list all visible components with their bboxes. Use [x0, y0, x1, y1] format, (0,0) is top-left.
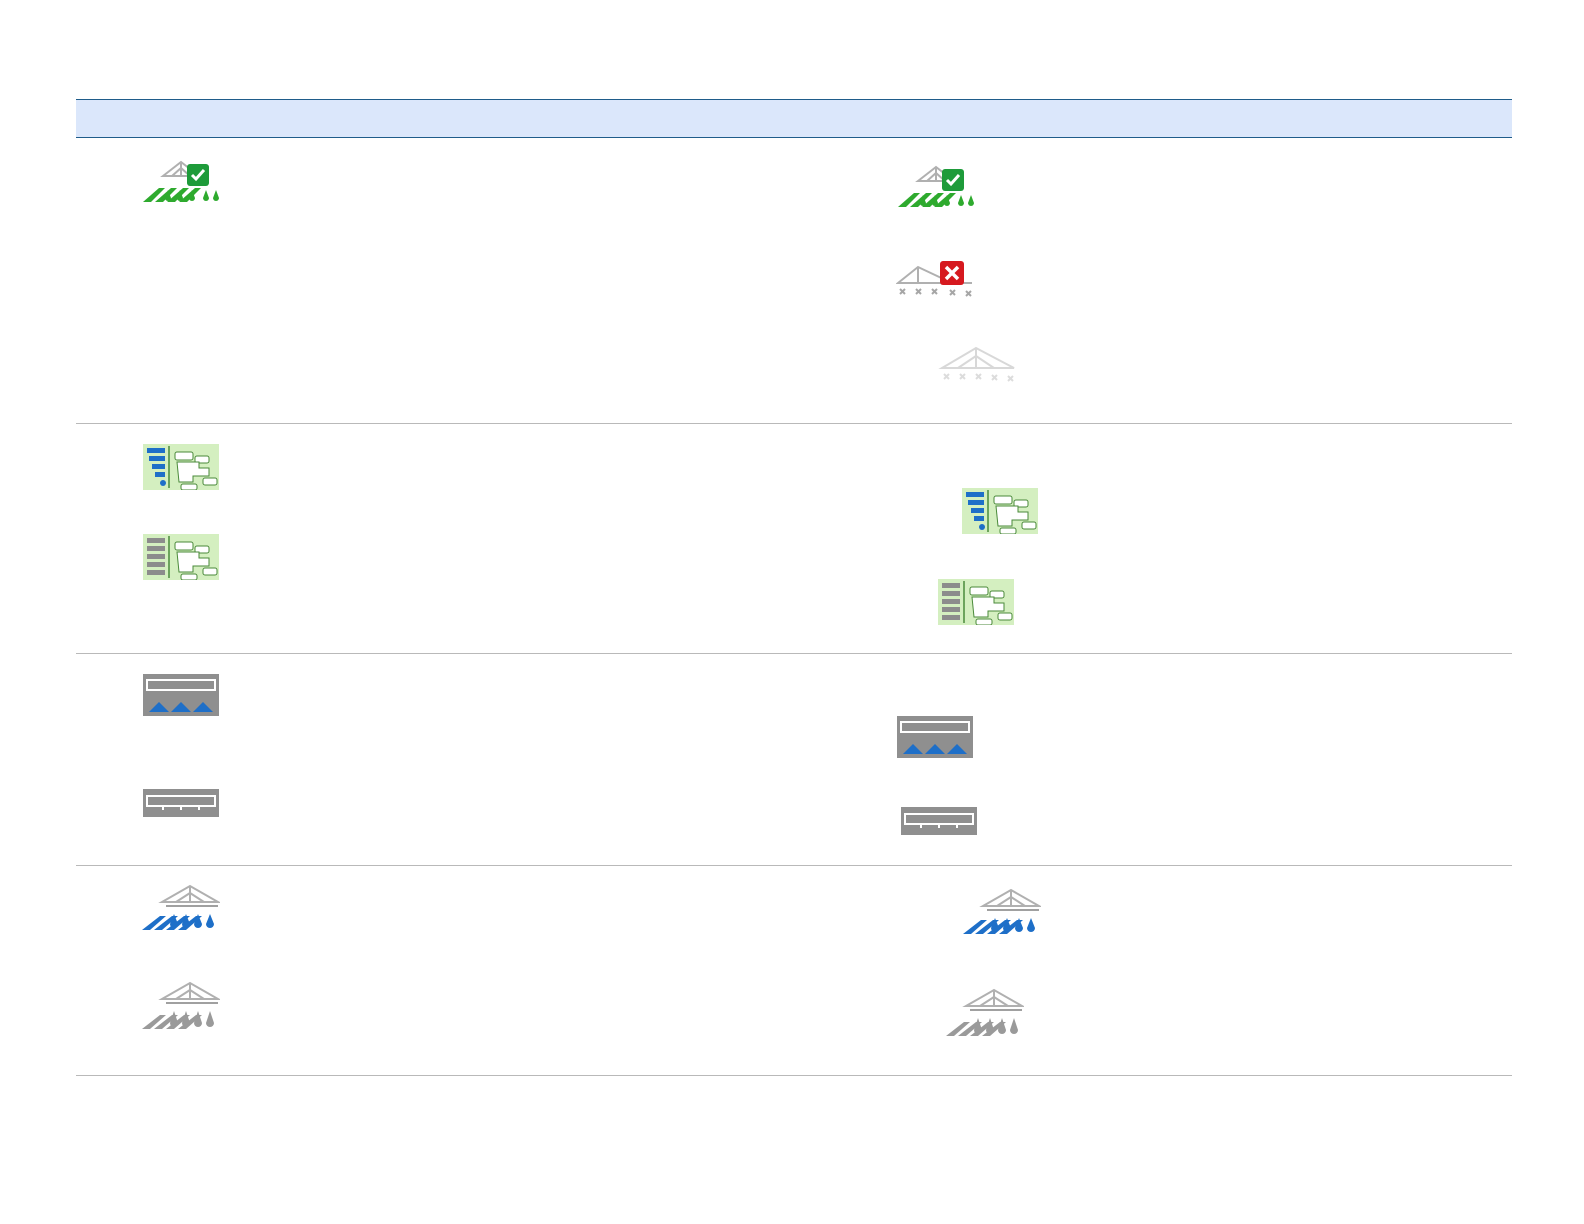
- section-map-blue-icon: [143, 444, 219, 490]
- boom-disabled-icon: [938, 346, 1018, 394]
- boom-on-check-icon: [141, 158, 221, 206]
- boom-bar-spray-icon: [143, 674, 219, 716]
- table-row: [76, 424, 1512, 654]
- boom-blue-spray-icon: [961, 888, 1041, 936]
- section-map-gray-icon: [143, 534, 219, 580]
- table-row: [76, 138, 1512, 424]
- boom-blue-spray-icon: [140, 884, 220, 932]
- boom-bar-empty-icon: [143, 789, 219, 817]
- section-map-gray-icon: [938, 579, 1014, 625]
- boom-gray-spray-icon: [944, 988, 1024, 1038]
- section-map-blue-icon: [962, 488, 1038, 534]
- table-row: [76, 654, 1512, 866]
- boom-on-check-icon: [896, 163, 976, 211]
- table-row: [76, 866, 1512, 1076]
- boom-off-x-icon: [896, 253, 976, 301]
- icon-table: [76, 99, 1512, 1076]
- table-header: [76, 99, 1512, 138]
- boom-bar-empty-icon: [901, 807, 977, 835]
- boom-gray-spray-icon: [140, 981, 220, 1031]
- boom-bar-spray-icon: [897, 716, 973, 758]
